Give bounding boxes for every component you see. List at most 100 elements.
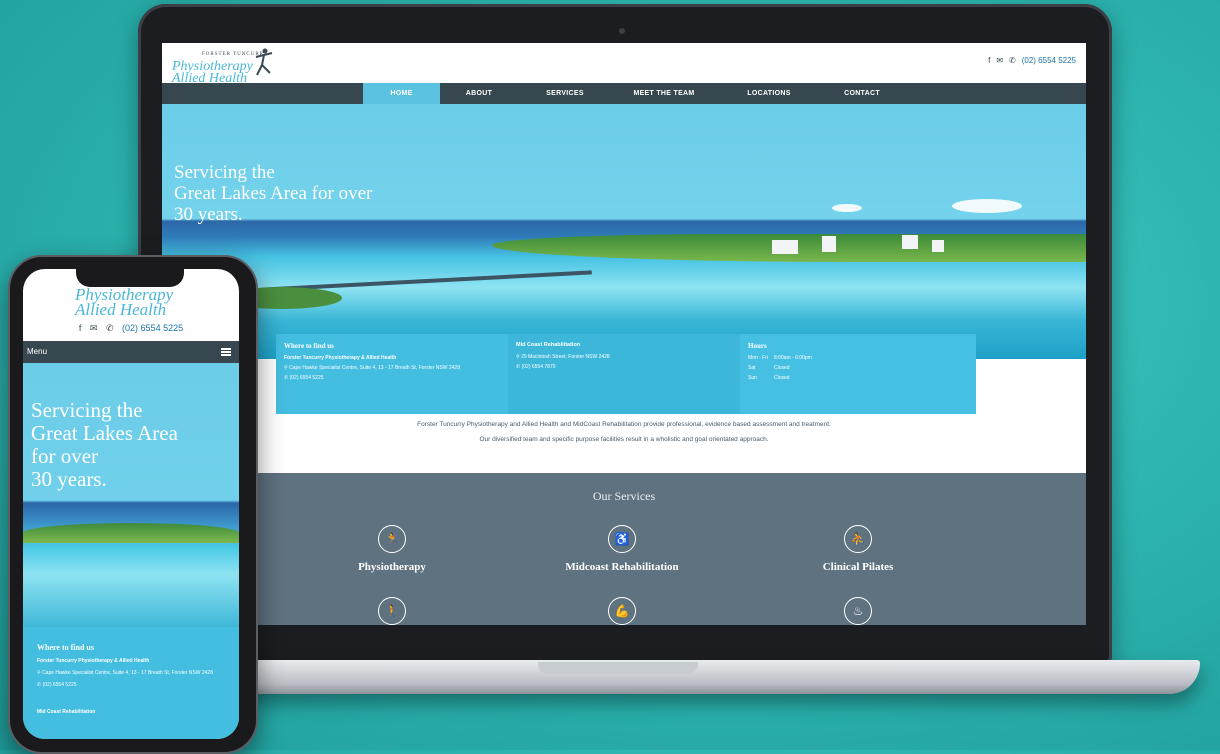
hours-row: Sat Closed	[748, 365, 968, 371]
intro-text: Forster Tuncurry Physiotherapy and Allie…	[162, 417, 1086, 447]
service-item[interactable]: 🚶	[312, 597, 472, 625]
hero-building	[822, 236, 836, 252]
phone-icon: ✆	[1009, 56, 1016, 65]
hero-title-line: Servicing the	[174, 162, 275, 183]
hero-title-line: Great Lakes Area for over	[174, 183, 373, 204]
info-address: Cape Hawke Specialist Centre, Suite 4, 1…	[42, 670, 213, 676]
nav-locations[interactable]: LOCATIONS	[734, 83, 804, 104]
service-physiotherapy[interactable]: 🏃 Physiotherapy	[312, 525, 472, 573]
hours-day: Sat	[748, 365, 756, 371]
info-title: Where to find us	[284, 342, 334, 350]
hours-time: 8:00am - 6:00pm	[774, 355, 812, 361]
phone-notch	[76, 269, 184, 287]
intro-line: Forster Tuncurry Physiotherapy and Allie…	[417, 421, 831, 428]
phone-screen: Physiotherapy Allied Health f ✉ ✆ (02) 6…	[23, 269, 239, 739]
hero-title-line: for over	[31, 444, 99, 468]
dumbbell-icon: 💪	[608, 597, 636, 625]
info-business-name: Forster Tuncurry Physiotherapy & Allied …	[284, 355, 397, 361]
nav-meet-the-team[interactable]: MEET THE TEAM	[621, 83, 707, 104]
info-address-row: ⚲ 29 Macintosh Street, Forster NSW 2428	[516, 354, 732, 360]
mobile-contact: f ✉ ✆ (02) 6554 5225	[23, 323, 239, 334]
rehab-icon: ♿	[608, 525, 636, 553]
hero-title: Servicing the Great Lakes Area for over …	[174, 162, 372, 225]
service-label: Clinical Pilates	[822, 561, 894, 573]
info-business-name: Forster Tuncurry Physiotherapy & Allied …	[37, 658, 150, 664]
info-box-find-us: Where to find us Forster Tuncurry Physio…	[276, 334, 508, 414]
hero-building	[902, 235, 918, 249]
mobile-hero-title: Servicing the Great Lakes Area for over …	[31, 399, 178, 491]
main-nav: HOME ABOUT SERVICES MEET THE TEAM LOCATI…	[162, 83, 1086, 104]
hero-title-line: 30 years.	[174, 204, 243, 225]
info-phone[interactable]: (02) 6554 5225	[290, 375, 324, 381]
hours-row: Sun Closed	[748, 375, 968, 381]
info-address-row: ⚲ Cape Hawke Specialist Centre, Suite 4,…	[37, 670, 225, 677]
email-icon[interactable]: ✉	[90, 323, 98, 333]
service-item[interactable]: 💪	[542, 597, 702, 625]
mobile-logo[interactable]: Physiotherapy Allied Health	[75, 286, 173, 319]
hours-day: Sun	[748, 375, 757, 381]
nav-home[interactable]: HOME	[363, 83, 440, 104]
mobile-hero-land	[23, 523, 239, 543]
logo-line2: Allied Health	[75, 300, 167, 319]
info-address: 29 Macintosh Street, Forster NSW 2428	[521, 354, 610, 360]
hero-title-line: Servicing the	[31, 398, 143, 422]
service-midcoast-rehabilitation[interactable]: ♿ Midcoast Rehabilitation	[542, 525, 702, 573]
info-phone-row[interactable]: ✆ (02) 6554 5225	[284, 375, 500, 381]
info-panels: Where to find us Forster Tuncurry Physio…	[276, 334, 976, 414]
facebook-icon[interactable]: f	[79, 323, 82, 333]
pilates-bed-icon: ⛹	[844, 525, 872, 553]
laptop-base-notch	[538, 662, 698, 674]
runner-logo-icon	[255, 48, 273, 76]
email-icon[interactable]: ✉	[996, 56, 1003, 65]
hours-row: Mon - Fri 8:00am - 6:00pm	[748, 355, 968, 361]
mobile-phone-link[interactable]: (02) 6554 5225	[122, 323, 183, 333]
hero-building	[932, 240, 944, 252]
mobile-hero: Servicing the Great Lakes Area for over …	[23, 363, 239, 627]
facebook-icon[interactable]: f	[988, 56, 990, 65]
hours-day: Mon - Fri	[748, 355, 768, 361]
hours-time: Closed	[774, 365, 790, 371]
info-box-rehab: Mid Coast Rehabilitation ⚲ 29 Macintosh …	[508, 334, 740, 414]
menu-label: Menu	[27, 347, 48, 356]
nav-services[interactable]: SERVICES	[534, 83, 596, 104]
services-heading: Our Services	[592, 489, 656, 503]
laptop-camera	[619, 28, 625, 34]
info-title: Mid Coast Rehabilitation	[516, 342, 581, 348]
mobile-info-box: Where to find us Forster Tuncurry Physio…	[23, 627, 239, 739]
service-label: Physiotherapy	[358, 561, 426, 573]
service-clinical-pilates[interactable]: ⛹ Clinical Pilates	[778, 525, 938, 573]
header-phone-link[interactable]: (02) 6554 5225	[1022, 56, 1076, 65]
laptop-screen: FORSTER TUNCURRY Physiotherapy Allied He…	[162, 43, 1086, 625]
cloud	[952, 199, 1022, 213]
nav-contact[interactable]: CONTACT	[827, 83, 897, 104]
phone-frame: Physiotherapy Allied Health f ✉ ✆ (02) 6…	[8, 255, 258, 754]
person-icon: 🚶	[378, 597, 406, 625]
service-label: Midcoast Rehabilitation	[565, 561, 679, 573]
info-address: Cape Hawke Specialist Centre, Suite 4, 1…	[289, 365, 460, 371]
phone-icon: ✆	[105, 323, 114, 333]
hamburger-icon[interactable]	[221, 348, 231, 356]
cloud	[832, 204, 862, 212]
info-title: Hours	[748, 342, 767, 350]
hero-title-line: Great Lakes Area	[31, 421, 178, 445]
info-phone-row[interactable]: ✆ (02) 6554 7870	[516, 364, 732, 370]
header-contact: f ✉ ✆ (02) 6554 5225	[988, 56, 1076, 65]
info-phone[interactable]: (02) 6554 7870	[522, 364, 556, 370]
info-phone[interactable]: (02) 6554 5225	[43, 682, 77, 688]
info-box-hours: Hours Mon - Fri 8:00am - 6:00pm Sat Closed…	[740, 334, 976, 414]
mobile-menu-bar[interactable]: Menu	[23, 341, 239, 363]
massage-icon: ♨	[844, 597, 872, 625]
site-header: FORSTER TUNCURRY Physiotherapy Allied He…	[162, 43, 1086, 86]
info-title: Where to find us	[37, 643, 94, 652]
info-address-row: ⚲ Cape Hawke Specialist Centre, Suite 4,…	[284, 365, 500, 371]
nav-about[interactable]: ABOUT	[448, 83, 510, 104]
runner-icon: 🏃	[378, 525, 406, 553]
hero-building	[772, 240, 798, 254]
services-section: Our Services 🏃 Physiotherapy ♿ Midcoast …	[162, 473, 1086, 625]
hero-title-line: 30 years.	[31, 467, 107, 491]
info-subheading: Mid Coast Rehabilitation	[37, 709, 96, 715]
info-phone-row[interactable]: ✆ (02) 6554 5225	[37, 682, 225, 689]
service-item[interactable]: ♨	[778, 597, 938, 625]
hours-time: Closed	[774, 375, 790, 381]
hero-banner: Servicing the Great Lakes Area for over …	[162, 104, 1086, 359]
